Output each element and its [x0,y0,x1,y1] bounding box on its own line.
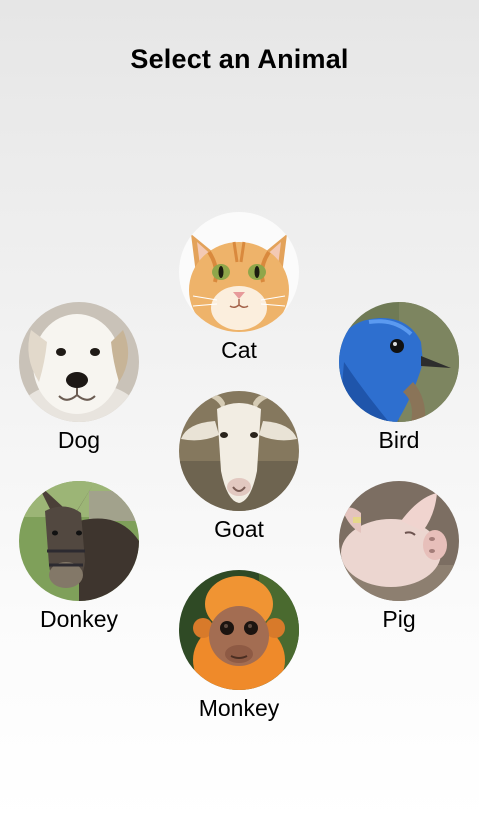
animal-option-cat[interactable]: Cat [179,212,299,364]
animal-label-dog: Dog [57,427,101,453]
animal-option-donkey[interactable]: Donkey [19,481,139,633]
animal-option-bird[interactable]: Bird [339,302,459,454]
animal-option-monkey[interactable]: Monkey [179,570,299,722]
pig-photo[interactable] [339,481,459,601]
animal-option-goat[interactable]: Goat [179,391,299,543]
cat-photo[interactable] [179,212,299,332]
monkey-photo[interactable] [179,570,299,690]
dog-photo[interactable] [19,302,139,422]
animal-label-cat: Cat [221,337,257,363]
page-title: Select an Animal [130,44,349,74]
goat-photo[interactable] [179,391,299,511]
animal-label-pig: Pig [382,606,416,632]
animal-label-monkey: Monkey [198,695,280,721]
animal-label-donkey: Donkey [40,606,118,632]
animal-label-goat: Goat [214,516,264,542]
bird-photo[interactable] [339,302,459,422]
donkey-photo[interactable] [19,481,139,601]
animal-option-pig[interactable]: Pig [339,481,459,633]
animal-label-bird: Bird [378,427,420,453]
animal-option-dog[interactable]: Dog [19,302,139,454]
